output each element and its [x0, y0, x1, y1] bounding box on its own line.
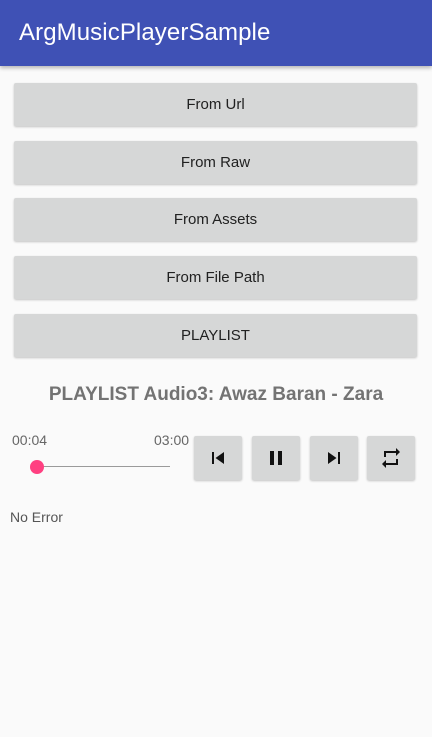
skip-next-icon [328, 452, 340, 464]
from-url-button[interactable]: From Url [14, 83, 417, 126]
app-title: ArgMusicPlayerSample [19, 19, 271, 46]
next-button[interactable] [310, 436, 358, 480]
now-playing-title: PLAYLIST Audio3: Awaz Baran - Zara [48, 384, 384, 405]
app-bar: ArgMusicPlayerSample [0, 0, 432, 66]
repeat-button[interactable] [367, 436, 415, 480]
pause-button[interactable] [252, 436, 300, 480]
playlist-button[interactable]: PLAYLIST [14, 314, 417, 357]
total-duration: 03:00 [154, 432, 190, 448]
seek-bar-thumb[interactable] [29, 460, 44, 474]
from-file-path-button[interactable]: From File Path [14, 256, 417, 299]
from-raw-button[interactable]: From Raw [14, 141, 417, 184]
seek-bar-track[interactable] [34, 466, 170, 467]
previous-button[interactable] [194, 436, 242, 480]
repeat-icon [382, 448, 400, 468]
skip-previous-icon [212, 452, 224, 464]
from-assets-button[interactable]: From Assets [14, 198, 417, 241]
elapsed-time: 00:04 [12, 432, 48, 448]
pause-icon [270, 451, 282, 465]
error-status: No Error [10, 509, 63, 525]
